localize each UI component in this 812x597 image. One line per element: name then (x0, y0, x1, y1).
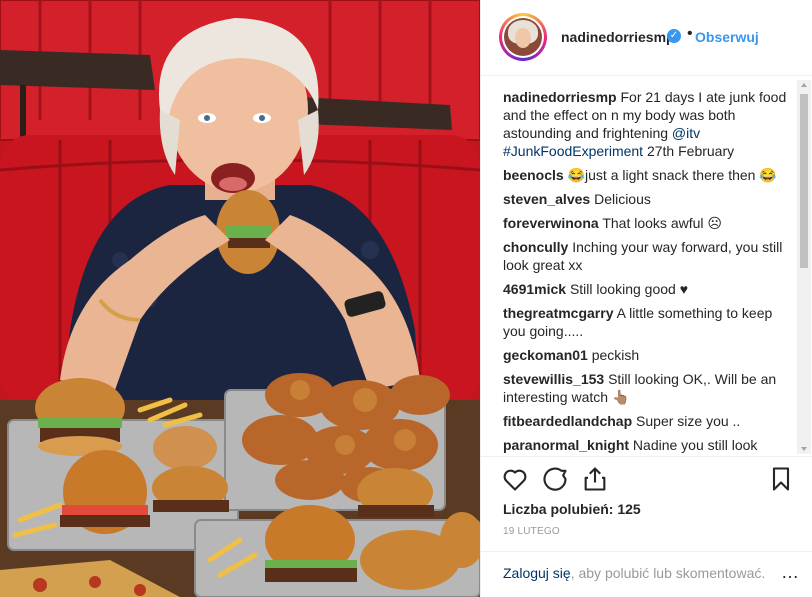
comments-list[interactable]: nadinedorriesmp For 21 days I ate junk f… (503, 88, 787, 453)
comment-item: steven_alves Delicious (503, 190, 787, 208)
comment-text: Super size you .. (636, 413, 741, 429)
comment-username[interactable]: thegreatmcgarry (503, 305, 614, 321)
caption-username[interactable]: nadinedorriesmp (503, 89, 617, 105)
bookmark-icon[interactable] (767, 465, 795, 493)
comment-username[interactable]: foreverwinona (503, 215, 599, 231)
comment-username[interactable]: steven_alves (503, 191, 590, 207)
follow-button[interactable]: Obserwuj (695, 29, 759, 45)
comment-item: geckoman01 peckish (503, 346, 787, 364)
post-header: nadinedorriesmp ✓ • Obserwuj (481, 0, 812, 76)
heart-icon[interactable] (501, 465, 529, 493)
comment-username[interactable]: 4691mick (503, 281, 566, 297)
scroll-up-arrow-icon[interactable] (801, 83, 807, 87)
comment-username[interactable]: fitbeardedlandchap (503, 413, 632, 429)
comment-username[interactable]: stevewillis_153 (503, 371, 604, 387)
scroll-down-arrow-icon[interactable] (801, 447, 807, 451)
comment-item: 4691mick Still looking good ♥ (503, 280, 787, 298)
comment-text: 😂just a light snack there then 😂 (567, 167, 777, 183)
comment-text: Delicious (594, 191, 651, 207)
caption-mention-link[interactable]: @itv (672, 125, 700, 141)
comment-text: peckish (591, 347, 640, 363)
comment-item: fitbeardedlandchap Super size you .. (503, 412, 787, 430)
profile-avatar[interactable] (499, 13, 547, 61)
comment-text: Nadine you still look (632, 437, 758, 453)
comment-username[interactable]: geckoman01 (503, 347, 588, 363)
comment-item: choncully Inching your way forward, you … (503, 238, 787, 274)
comment-text: Still looking good ♥ (569, 281, 689, 297)
share-icon[interactable] (581, 465, 609, 493)
login-prompt: Zaloguj się, aby polubić lub skomentować… (503, 565, 765, 581)
post-actions: Liczba polubień: 125 19 LUTEGO (481, 456, 812, 546)
more-options-icon[interactable]: … (781, 562, 799, 583)
header-username[interactable]: nadinedorriesmp (561, 29, 675, 45)
post-side-panel: nadinedorriesmp ✓ • Obserwuj nadinedorri… (480, 0, 812, 597)
login-prompt-text: , aby polubić lub skomentować. (570, 565, 766, 581)
comment-item: stevewillis_153 Still looking OK,. Will … (503, 370, 787, 406)
comment-text: That looks awful ☹ (602, 215, 722, 231)
caption-date-text: 27th February (643, 143, 735, 159)
login-link[interactable]: Zaloguj się (503, 565, 571, 581)
separator-dot: • (687, 25, 693, 42)
comment-username[interactable]: choncully (503, 239, 568, 255)
comment-item: paranormal_knight Nadine you still look (503, 436, 787, 453)
post-date[interactable]: 19 LUTEGO (503, 526, 560, 537)
comment-username[interactable]: paranormal_knight (503, 437, 629, 453)
caption-hashtag-link[interactable]: #JunkFoodExperiment (503, 143, 643, 159)
comment-icon[interactable] (541, 465, 569, 493)
comment-item: foreverwinona That looks awful ☹ (503, 214, 787, 232)
caption: nadinedorriesmp For 21 days I ate junk f… (503, 88, 787, 160)
photo-illustration (0, 0, 480, 597)
likes-count[interactable]: Liczba polubień: 125 (503, 501, 641, 517)
comment-item: thegreatmcgarry A little something to ke… (503, 304, 787, 340)
comment-item: beenocls 😂just a light snack there then … (503, 166, 787, 184)
login-footer: Zaloguj się, aby polubić lub skomentować… (481, 551, 812, 597)
verified-badge-icon: ✓ (667, 29, 681, 43)
comment-username[interactable]: beenocls (503, 167, 564, 183)
comments-scrollbar[interactable] (797, 80, 811, 454)
post-photo[interactable] (0, 0, 480, 597)
scrollbar-thumb[interactable] (800, 94, 808, 268)
